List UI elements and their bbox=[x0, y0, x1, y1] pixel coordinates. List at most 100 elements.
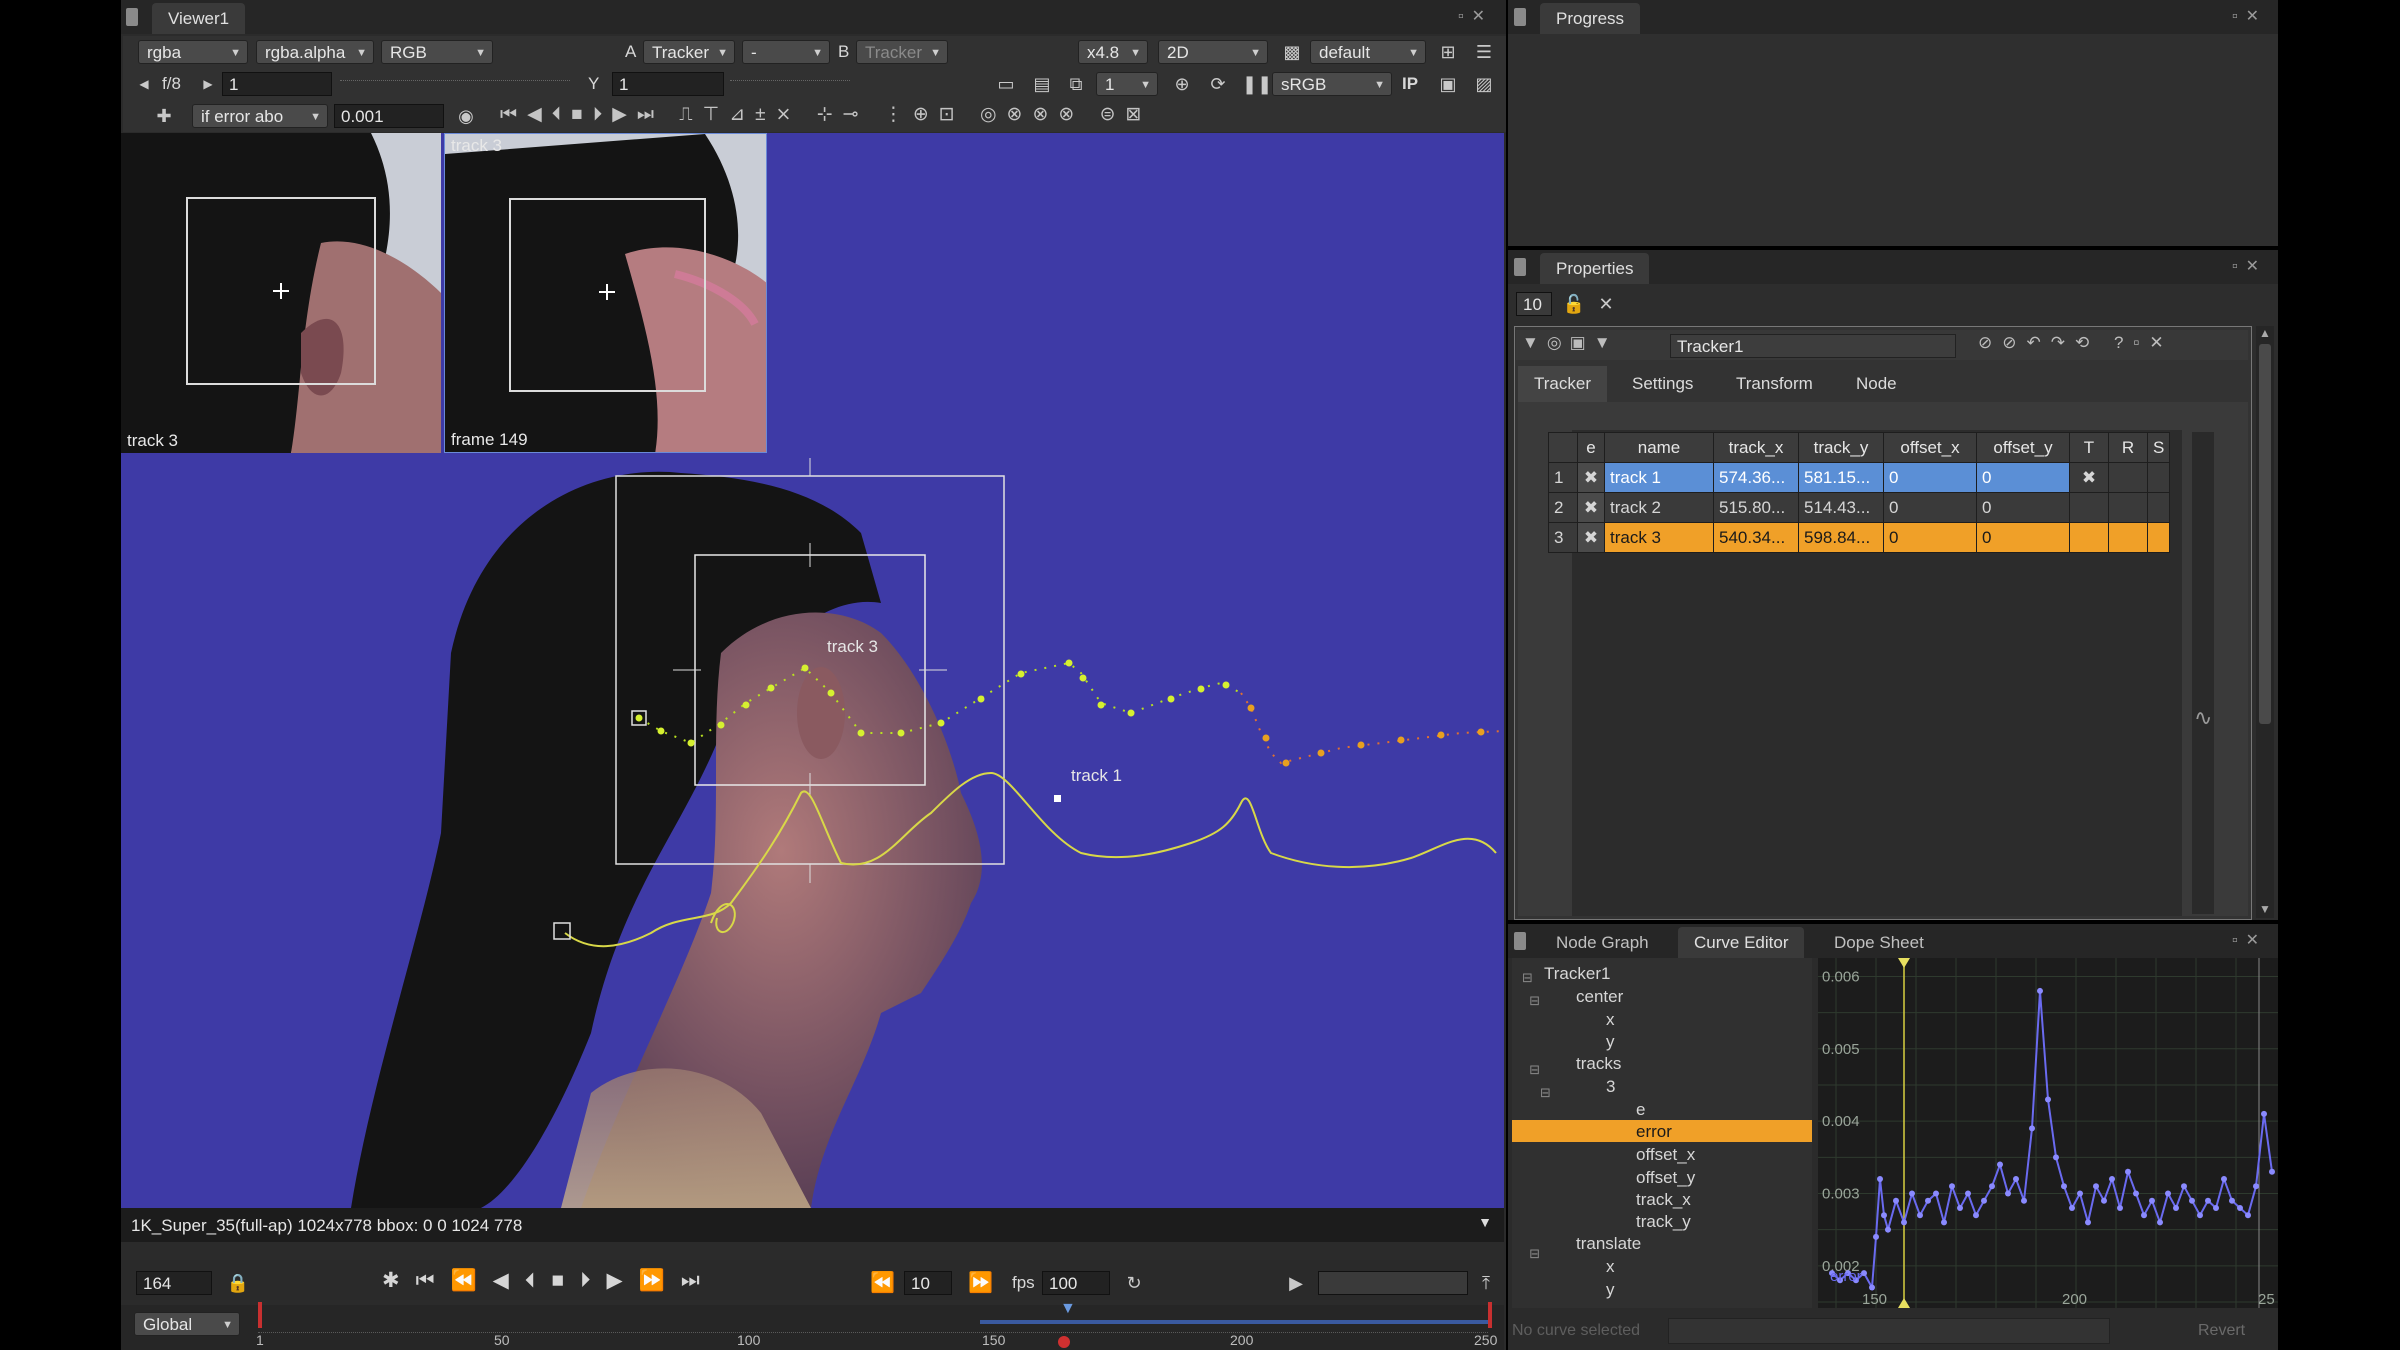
track-y[interactable]: 581.15... bbox=[1798, 462, 1884, 493]
input-b-dropdown[interactable]: Tracker ▼ bbox=[856, 40, 948, 64]
curve-keyframe-point[interactable] bbox=[2029, 1125, 2035, 1132]
col-r[interactable]: R bbox=[2108, 432, 2148, 463]
curve-keyframe-point[interactable] bbox=[2085, 1219, 2091, 1226]
error-curve-line[interactable] bbox=[1831, 990, 2273, 1291]
keyframe-icon[interactable]: ⎍ bbox=[679, 104, 702, 125]
curve-keyframe-point[interactable] bbox=[1917, 1212, 1923, 1219]
curve-keyframe-point[interactable] bbox=[2093, 1183, 2099, 1190]
lock-icon[interactable]: 🔒 bbox=[226, 1271, 250, 1295]
track-to-start-icon[interactable]: ⏮ bbox=[500, 104, 527, 125]
float-close-icons[interactable]: ▫✕ bbox=[2232, 6, 2267, 26]
track-1-center[interactable] bbox=[1054, 795, 1061, 802]
col-offset-y[interactable]: offset_y bbox=[1976, 432, 2070, 463]
tree-tracker1[interactable]: Tracker1 bbox=[1544, 964, 1610, 984]
curve-keyframe-point[interactable] bbox=[2109, 1176, 2115, 1183]
tree-track-y[interactable]: track_y bbox=[1636, 1212, 1691, 1232]
clear-bwd-icon[interactable]: ⊗ bbox=[1032, 104, 1058, 125]
track-name[interactable]: track 2 bbox=[1604, 492, 1714, 523]
curve-keyframe-point[interactable] bbox=[2077, 1190, 2083, 1197]
curve-keyframe-point[interactable] bbox=[1997, 1161, 2003, 1168]
track-1-anchor[interactable] bbox=[553, 922, 571, 940]
lut-dropdown[interactable]: default ▼ bbox=[1310, 40, 1426, 64]
tree-track-x[interactable]: track_x bbox=[1636, 1190, 1691, 1210]
close-window-icon[interactable]: ⊠ bbox=[1126, 104, 1152, 125]
menu-icon[interactable]: ☰ bbox=[1472, 40, 1496, 64]
table-row[interactable]: 1 ✖ track 1 574.36... 581.15... 0 0 ✖ bbox=[1548, 462, 2171, 493]
tab-settings[interactable]: Settings bbox=[1616, 366, 1709, 402]
s-checkbox[interactable] bbox=[2146, 462, 2171, 493]
roi-icon[interactable]: ⊞ bbox=[1436, 40, 1460, 64]
curve-keyframe-point[interactable] bbox=[2101, 1197, 2107, 1204]
col-s[interactable]: S bbox=[2146, 432, 2171, 463]
tree-error[interactable]: error bbox=[1636, 1122, 1672, 1142]
add-track-icon[interactable]: ✚ bbox=[152, 104, 176, 128]
tab-viewer1[interactable]: Viewer1 bbox=[152, 3, 246, 34]
curve-keyframe-point[interactable] bbox=[2205, 1197, 2211, 1204]
col-track-x[interactable]: track_x bbox=[1713, 432, 1799, 463]
tree-track-3[interactable]: 3 bbox=[1606, 1077, 1615, 1097]
clear-icon[interactable]: ⊗ bbox=[1007, 104, 1033, 125]
skip-forward-icon[interactable]: ⏩ bbox=[968, 1271, 993, 1295]
curve-keyframe-point[interactable] bbox=[1869, 1284, 1875, 1291]
tree-translate[interactable]: translate bbox=[1576, 1234, 1641, 1254]
curve-keyframe-point[interactable] bbox=[1949, 1183, 1955, 1190]
proxy-dropdown[interactable]: 1 ▼ bbox=[1096, 72, 1158, 96]
error-threshold-field[interactable]: 0.001 bbox=[334, 104, 444, 128]
settings-icon[interactable]: ✱ bbox=[382, 1269, 416, 1292]
center-icon[interactable]: ⊕ bbox=[913, 104, 939, 125]
add-key-icon[interactable]: ⊹ bbox=[817, 104, 843, 125]
curve-keyframe-point[interactable] bbox=[2189, 1197, 2195, 1204]
offset-y[interactable]: 0 bbox=[1976, 522, 2070, 553]
tab-tracker[interactable]: Tracker bbox=[1518, 366, 1607, 402]
gain-slider[interactable] bbox=[340, 80, 570, 89]
step-back-icon[interactable]: ◀ bbox=[493, 1269, 525, 1292]
viewer-canvas[interactable]: track 3 track 3 frame 149 track 3 track … bbox=[121, 133, 1504, 1208]
fstop-increase-icon[interactable]: ▶ bbox=[196, 72, 220, 96]
scroll-up-icon[interactable]: ▲ bbox=[2256, 326, 2274, 340]
go-to-start-icon[interactable]: ⏮ bbox=[416, 1269, 451, 1292]
curve-keyframe-point[interactable] bbox=[2021, 1197, 2027, 1204]
table-row-selected[interactable]: 3 ✖ track 3 540.34... 598.84... 0 0 bbox=[1548, 522, 2171, 553]
tree-offset-y[interactable]: offset_y bbox=[1636, 1168, 1695, 1188]
track-to-end-icon[interactable]: ⏭ bbox=[637, 104, 664, 125]
curve-keyframe-point[interactable] bbox=[2221, 1176, 2227, 1183]
t-checkbox[interactable] bbox=[2069, 492, 2109, 523]
current-frame-bottom-marker[interactable] bbox=[1898, 1298, 1910, 1308]
scroll-thumb[interactable] bbox=[2259, 344, 2271, 724]
tree-translate-x[interactable]: x bbox=[1606, 1257, 1615, 1277]
curve-keyframe-point[interactable] bbox=[2037, 987, 2043, 994]
grip-icon[interactable] bbox=[1514, 932, 1526, 950]
s-checkbox[interactable] bbox=[2146, 492, 2171, 523]
curve-keyframe-point[interactable] bbox=[1965, 1190, 1971, 1197]
curve-keyframe-point[interactable] bbox=[2165, 1190, 2171, 1197]
composite-dropdown[interactable]: - ▼ bbox=[742, 40, 830, 64]
proxy-icon[interactable]: ⧉ bbox=[1064, 72, 1088, 96]
node-header-right-icons[interactable]: ⊘⊘↶↷⟲ ?▫✕ bbox=[1978, 333, 2174, 353]
channels-dropdown[interactable]: rgba ▼ bbox=[138, 40, 248, 64]
skip-back-icon[interactable]: ⏪ bbox=[870, 1271, 895, 1295]
track-name[interactable]: track 3 bbox=[1604, 522, 1714, 553]
node-header-icons[interactable]: ▼◎▣▼ bbox=[1522, 333, 1619, 353]
curve-keyframe-point[interactable] bbox=[2069, 1204, 2075, 1211]
curve-keyframe-point[interactable] bbox=[2053, 1154, 2059, 1161]
t-checkbox[interactable]: ✖ bbox=[2069, 462, 2109, 493]
clear-panels-icon[interactable]: ✕ bbox=[1594, 292, 1618, 316]
chevron-down-icon[interactable]: ▼ bbox=[1478, 1214, 1492, 1230]
step-backward-icon[interactable]: ⏴ bbox=[552, 104, 572, 125]
loop-icon[interactable]: ↻ bbox=[1122, 1271, 1146, 1295]
offset-y[interactable]: 0 bbox=[1976, 462, 2070, 493]
curve-keyframe-point[interactable] bbox=[2125, 1168, 2131, 1175]
track-y[interactable]: 598.84... bbox=[1798, 522, 1884, 553]
curve-keyframe-point[interactable] bbox=[1957, 1204, 1963, 1211]
curve-keyframe-point[interactable] bbox=[1881, 1212, 1887, 1219]
prev-keyframe-icon[interactable]: ⏪ bbox=[451, 1269, 493, 1292]
col-offset-x[interactable]: offset_x bbox=[1883, 432, 1977, 463]
curve-keyframe-point[interactable] bbox=[2181, 1183, 2187, 1190]
col-e[interactable]: e bbox=[1577, 432, 1605, 463]
curve-keyframe-point[interactable] bbox=[1893, 1197, 1899, 1204]
view-mode-dropdown[interactable]: 2D ▼ bbox=[1158, 40, 1268, 64]
curve-keyframe-point[interactable] bbox=[2213, 1204, 2219, 1211]
track-y[interactable]: 514.43... bbox=[1798, 492, 1884, 523]
ip-toggle[interactable]: IP bbox=[1402, 74, 1418, 94]
curve-keyframe-point[interactable] bbox=[2149, 1197, 2155, 1204]
